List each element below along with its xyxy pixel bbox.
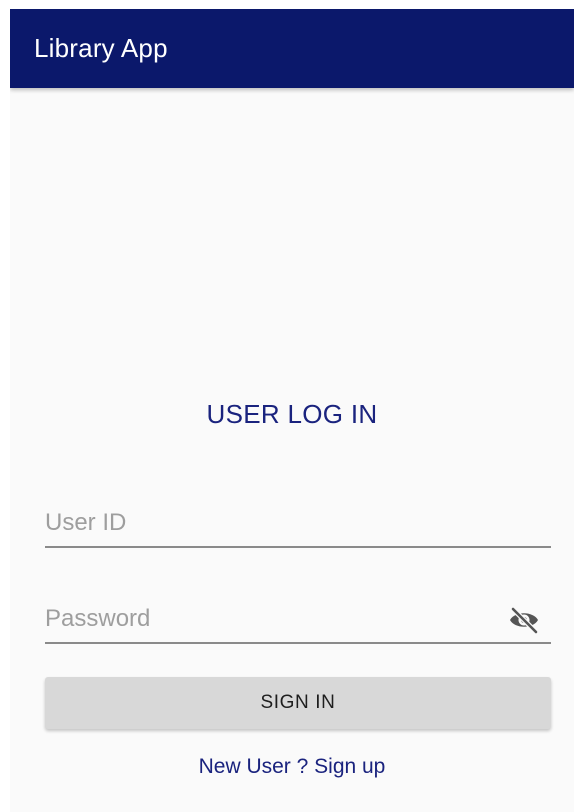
login-heading: USER LOG IN: [206, 399, 378, 429]
app-screen: Library App USER LOG IN SIGN IN New User…: [10, 9, 574, 812]
eye-off-icon[interactable]: [507, 606, 541, 634]
app-title: Library App: [34, 33, 168, 63]
app-bar: Library App: [10, 9, 574, 88]
password-input[interactable]: [45, 602, 485, 636]
sign-in-button[interactable]: SIGN IN: [45, 677, 551, 729]
signup-link[interactable]: New User ? Sign up: [10, 755, 574, 779]
password-field: [45, 592, 551, 644]
user-id-field: [45, 496, 551, 548]
user-id-input[interactable]: [45, 506, 485, 540]
